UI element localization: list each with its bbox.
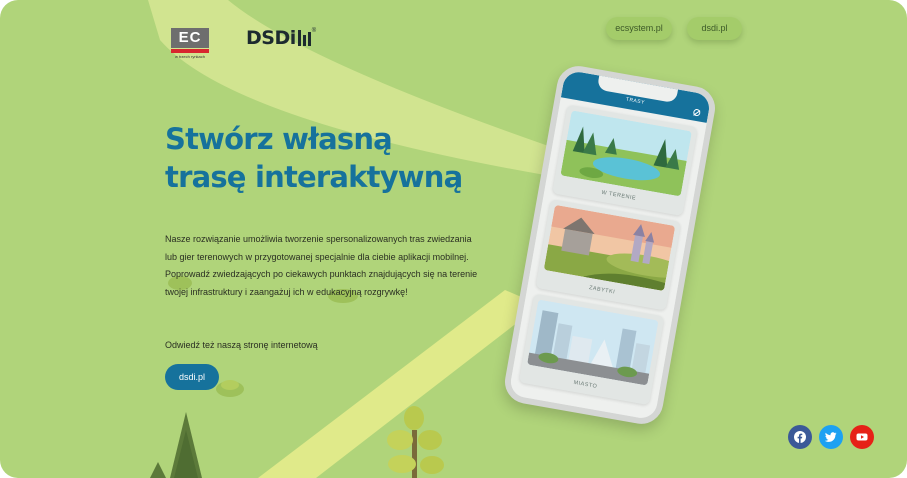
facebook-button[interactable]	[788, 425, 812, 449]
dsdi-logo-text: DSDi	[246, 27, 296, 49]
ec-system-logo[interactable]: EC w trzech rynkach	[171, 28, 209, 59]
route-card-image-nature	[560, 110, 692, 197]
dsdi-link-button[interactable]: dsdi.pl	[687, 17, 742, 40]
route-card-w-terenie[interactable]: W TERENIE	[552, 104, 698, 217]
dsdi-cta-button[interactable]: dsdi.pl	[165, 364, 219, 390]
page-title-line-2: trasę interaktywną	[165, 160, 463, 194]
hero-description: Nasze rozwiązanie umożliwia tworzenie sp…	[165, 234, 478, 297]
twitter-button[interactable]	[819, 425, 843, 449]
dsdi-logo-bars	[297, 30, 311, 46]
youtube-button[interactable]	[850, 425, 874, 449]
ec-logo-mark: EC	[171, 28, 209, 48]
dsdi-logo[interactable]: DSDi ®	[246, 27, 317, 49]
registered-mark: ®	[311, 28, 317, 34]
ec-logo-bar	[171, 49, 209, 53]
twitter-icon	[825, 432, 837, 442]
route-card-image-monuments	[543, 204, 676, 292]
page-title-line-1: Stwórz własną	[165, 122, 393, 156]
ecsystem-link-button[interactable]: ecsystem.pl	[606, 17, 672, 40]
page-background: EC w trzech rynkach DSDi ® ecsystem.pl d…	[0, 0, 907, 478]
youtube-icon	[856, 433, 868, 441]
route-card-zabytki[interactable]: ZABYTKI	[535, 199, 682, 311]
facebook-icon	[794, 431, 806, 443]
route-card-image-city	[527, 299, 659, 386]
ec-logo-tagline: w trzech rynkach	[174, 54, 205, 59]
page-title: Stwórz własną trasę interaktywną	[165, 120, 495, 196]
visit-website-text: Odwiedź też naszą stronę internetową	[165, 340, 318, 350]
route-card-miasto[interactable]: MIASTO	[518, 293, 665, 406]
